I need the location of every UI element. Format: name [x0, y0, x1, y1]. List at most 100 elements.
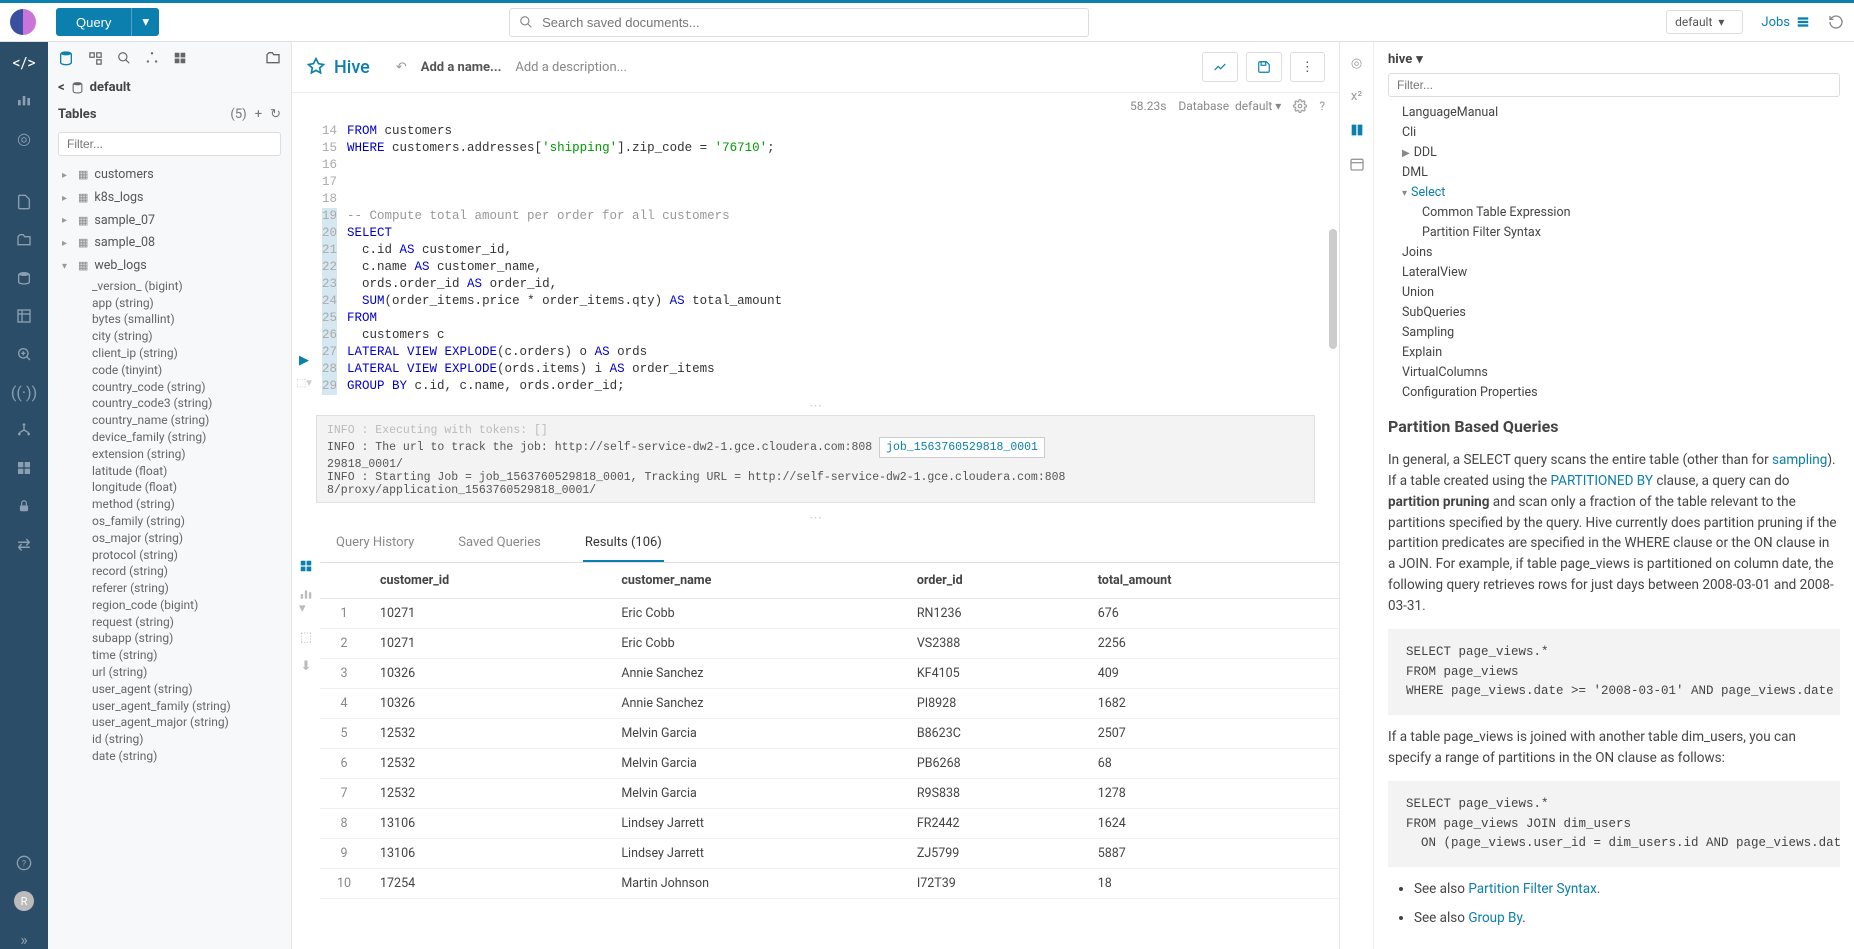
s3-icon[interactable]: [14, 268, 34, 288]
table-row[interactable]: 712532Melvin GarciaR9S8381278: [320, 779, 1339, 809]
column-item[interactable]: user_agent_major (string): [48, 714, 291, 731]
table-row[interactable]: 110271Eric CobbRN1236676: [320, 599, 1339, 629]
column-item[interactable]: id (string): [48, 731, 291, 748]
hue-logo[interactable]: [10, 9, 36, 35]
column-item[interactable]: url (string): [48, 664, 291, 681]
jobs-link[interactable]: Jobs: [1761, 15, 1810, 30]
transfer-icon[interactable]: ⇄: [14, 534, 34, 554]
lang-ref-item[interactable]: Explain: [1388, 343, 1840, 363]
gear-icon[interactable]: [1293, 99, 1307, 113]
hierarchy-icon[interactable]: [145, 51, 159, 65]
tab-query-history[interactable]: Query History: [334, 529, 416, 562]
help-icon[interactable]: ?: [14, 853, 34, 873]
column-item[interactable]: bytes (smallint): [48, 311, 291, 328]
column-item[interactable]: device_family (string): [48, 429, 291, 446]
query-button[interactable]: Query: [56, 8, 131, 36]
folder-icon[interactable]: [265, 50, 281, 66]
see-also-2-link[interactable]: Group By: [1468, 910, 1522, 926]
collapse-icon[interactable]: »: [14, 929, 34, 949]
job-link[interactable]: job_1563760529818_0001: [879, 437, 1045, 458]
lang-ref-item[interactable]: Sampling: [1388, 323, 1840, 343]
table-row[interactable]: 813106Lindsey JarrettFR24421624: [320, 809, 1339, 839]
table-row[interactable]: 612532Melvin GarciaPB626868: [320, 749, 1339, 779]
breadcrumb[interactable]: < default: [48, 74, 291, 101]
column-item[interactable]: longitude (float): [48, 479, 291, 496]
column-item[interactable]: client_ip (string): [48, 345, 291, 362]
table-item[interactable]: ▸▦customers: [48, 164, 291, 187]
drag-handle-icon-2[interactable]: ⋯: [292, 511, 1339, 519]
functions-icon[interactable]: x²: [1351, 89, 1362, 104]
tab-results[interactable]: Results (106): [583, 529, 664, 562]
hdfs-icon[interactable]: [88, 51, 103, 66]
undo-icon[interactable]: ↶: [396, 60, 407, 75]
table-row[interactable]: 1017254Martin JohnsonI72T3918: [320, 869, 1339, 899]
documents-icon[interactable]: [14, 192, 34, 212]
db-icon[interactable]: [58, 50, 74, 66]
column-item[interactable]: subapp (string): [48, 630, 291, 647]
column-item[interactable]: request (string): [48, 614, 291, 631]
lang-ref-item[interactable]: Joins: [1388, 243, 1840, 263]
column-item[interactable]: os_major (string): [48, 530, 291, 547]
tables-filter-input[interactable]: [58, 132, 281, 156]
importer-icon[interactable]: [14, 420, 34, 440]
table-row[interactable]: 210271Eric CobbVS23882256: [320, 629, 1339, 659]
user-avatar[interactable]: R: [14, 891, 34, 911]
lang-ref-item[interactable]: Union: [1388, 283, 1840, 303]
expand-icon[interactable]: ⬚▾: [296, 376, 312, 389]
table-row[interactable]: 913106Lindsey JarrettZJ57995887: [320, 839, 1339, 869]
column-header[interactable]: customer_id: [368, 563, 609, 599]
table-row[interactable]: 310326Annie SanchezKF4105409: [320, 659, 1339, 689]
column-item[interactable]: region_code (bigint): [48, 597, 291, 614]
editor-scrollbar[interactable]: [1329, 229, 1337, 349]
lang-ref-item[interactable]: Common Table Expression: [1388, 203, 1840, 223]
column-item[interactable]: method (string): [48, 496, 291, 513]
grid-view-icon[interactable]: [299, 559, 313, 573]
engine-label[interactable]: Hive: [306, 57, 370, 78]
table-item[interactable]: ▾▦web_logs: [48, 255, 291, 278]
save-button[interactable]: [1246, 52, 1282, 82]
column-item[interactable]: country_code (string): [48, 379, 291, 396]
column-item[interactable]: referer (string): [48, 580, 291, 597]
help-small-icon[interactable]: ?: [1319, 99, 1325, 113]
apps-icon[interactable]: [14, 458, 34, 478]
column-item[interactable]: user_agent_family (string): [48, 698, 291, 715]
lang-ref-item[interactable]: DML: [1388, 163, 1840, 183]
tables-icon[interactable]: [14, 306, 34, 326]
column-header[interactable]: total_amount: [1086, 563, 1339, 599]
query-button-caret[interactable]: ▾: [131, 8, 159, 36]
column-item[interactable]: user_agent (string): [48, 681, 291, 698]
column-header[interactable]: order_id: [905, 563, 1086, 599]
column-item[interactable]: os_family (string): [48, 513, 291, 530]
lang-ref-item[interactable]: ▶DDL: [1388, 143, 1840, 163]
lang-ref-item[interactable]: Partition Filter Syntax: [1388, 223, 1840, 243]
column-item[interactable]: time (string): [48, 647, 291, 664]
lang-ref-item[interactable]: LanguageManual: [1388, 103, 1840, 123]
download-icon[interactable]: ⬇: [301, 659, 312, 674]
column-item[interactable]: record (string): [48, 563, 291, 580]
lang-ref-item[interactable]: VirtualColumns: [1388, 363, 1840, 383]
add-table-icon[interactable]: +: [255, 107, 262, 122]
search-input[interactable]: [509, 8, 1089, 37]
more-button[interactable]: ⋮: [1290, 52, 1325, 82]
table-item[interactable]: ▸▦sample_07: [48, 210, 291, 233]
database-link[interactable]: Database: [1178, 99, 1229, 113]
table-item[interactable]: ▸▦k8s_logs: [48, 187, 291, 210]
add-name-input[interactable]: Add a name...: [421, 60, 502, 75]
schedule-icon[interactable]: [1349, 156, 1365, 172]
table-row[interactable]: 512532Melvin GarciaB8623C2507: [320, 719, 1339, 749]
chart-view-icon[interactable]: ▾: [299, 587, 313, 616]
table-row[interactable]: 410326Annie SanchezPI89281682: [320, 689, 1339, 719]
rp-filter-input[interactable]: [1388, 73, 1840, 97]
see-also-1-link[interactable]: Partition Filter Syntax: [1468, 881, 1596, 897]
expand-result-icon[interactable]: ⬚: [300, 630, 312, 645]
lang-ref-item[interactable]: Cli: [1388, 123, 1840, 143]
streams-icon[interactable]: ((·)): [14, 382, 34, 402]
refresh-tables-icon[interactable]: ↻: [270, 107, 281, 122]
refresh-icon[interactable]: [1828, 14, 1844, 30]
dashboards-icon[interactable]: [14, 90, 34, 110]
add-desc-input[interactable]: Add a description...: [515, 60, 627, 75]
lang-ref-icon[interactable]: [1349, 122, 1365, 138]
indexes-icon[interactable]: [14, 344, 34, 364]
column-item[interactable]: app (string): [48, 295, 291, 312]
table-item[interactable]: ▸▦sample_08: [48, 232, 291, 255]
